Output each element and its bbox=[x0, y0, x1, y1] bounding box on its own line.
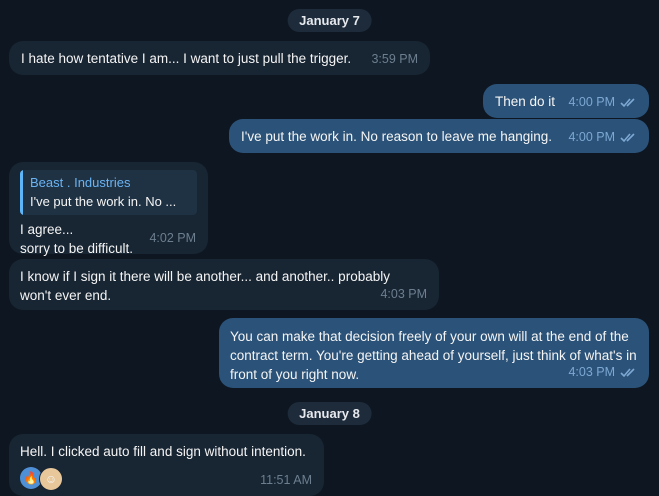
message-bubble-incoming[interactable]: Beast . Industries I've put the work in.… bbox=[9, 162, 208, 256]
message-meta: 4:02 PM bbox=[149, 229, 196, 248]
message-time: 3:59 PM bbox=[371, 52, 418, 66]
message-text: Hell. I clicked auto fill and sign witho… bbox=[20, 444, 306, 459]
message-time: 11:51 AM bbox=[260, 473, 312, 487]
message-time: 4:03 PM bbox=[568, 365, 615, 379]
message-text: I know if I sign it there will be anothe… bbox=[20, 269, 390, 303]
double-check-icon bbox=[620, 98, 635, 108]
message-time: 4:02 PM bbox=[149, 231, 196, 245]
message-meta: 3:59 PM bbox=[371, 50, 418, 69]
message-time: 4:00 PM bbox=[568, 95, 615, 109]
message-bubble-incoming[interactable]: Hell. I clicked auto fill and sign witho… bbox=[9, 434, 324, 496]
date-separator: January 7 bbox=[287, 9, 372, 32]
chat-history[interactable]: January 7 I hate how tentative I am... I… bbox=[0, 0, 659, 496]
message-bubble-outgoing[interactable]: Then do it 4:00 PM bbox=[483, 84, 649, 118]
reply-quote[interactable]: Beast . Industries I've put the work in.… bbox=[20, 170, 197, 215]
message-text: I hate how tentative I am... I want to j… bbox=[21, 51, 352, 66]
message-time: 4:00 PM bbox=[568, 130, 615, 144]
double-check-icon bbox=[620, 368, 635, 378]
message-bubble-incoming[interactable]: I know if I sign it there will be anothe… bbox=[9, 259, 439, 310]
message-meta: 4:03 PM bbox=[380, 285, 427, 304]
message-meta: 11:51 AM bbox=[260, 471, 312, 490]
reply-author: Beast . Industries bbox=[30, 175, 131, 190]
message-bubble-outgoing[interactable]: I've put the work in. No reason to leave… bbox=[229, 119, 649, 153]
message-meta: 4:03 PM bbox=[568, 363, 637, 382]
user-avatar-reaction-icon[interactable]: ☺ bbox=[39, 467, 63, 491]
message-meta: 4:00 PM bbox=[568, 93, 637, 112]
date-separator: January 8 bbox=[287, 402, 372, 425]
reply-snippet: I've put the work in. No ... bbox=[30, 194, 177, 209]
message-time: 4:03 PM bbox=[380, 287, 427, 301]
message-bubble-outgoing[interactable]: You can make that decision freely of you… bbox=[219, 318, 649, 388]
double-check-icon bbox=[620, 133, 635, 143]
message-meta: 4:00 PM bbox=[568, 128, 637, 147]
message-bubble-incoming[interactable]: I hate how tentative I am... I want to j… bbox=[9, 41, 430, 75]
